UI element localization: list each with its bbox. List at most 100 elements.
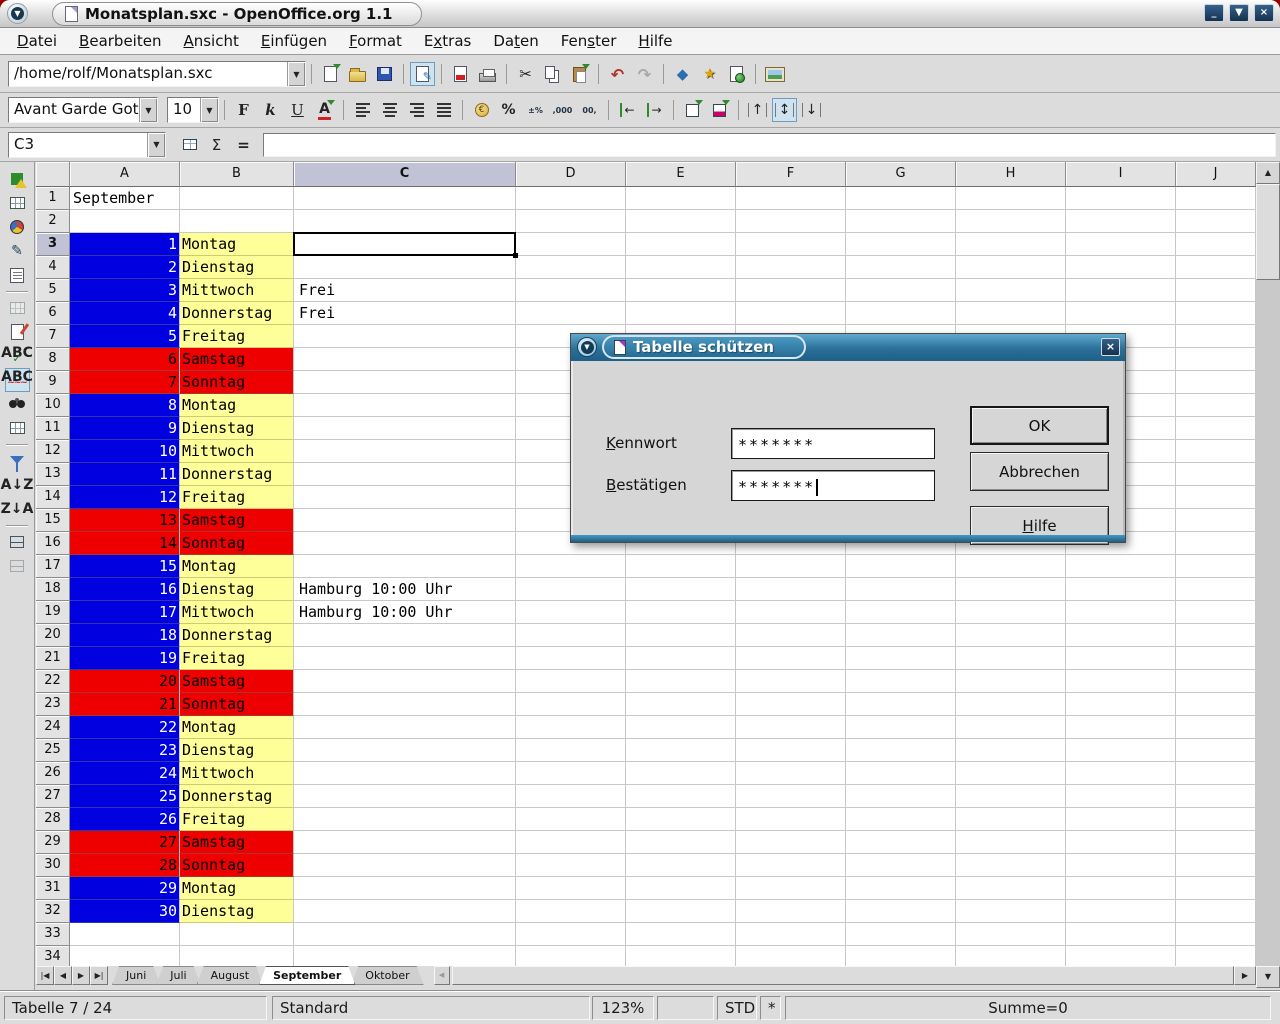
cell-D3[interactable] — [516, 233, 626, 256]
cell-F34[interactable] — [736, 946, 846, 966]
cell-C32[interactable] — [294, 900, 516, 923]
align-right-icon[interactable] — [404, 98, 429, 122]
cell-I23[interactable] — [1066, 693, 1176, 716]
cell-B16[interactable]: Sonntag — [180, 532, 294, 555]
cell-E17[interactable] — [626, 555, 736, 578]
cell-J25[interactable] — [1176, 739, 1256, 762]
cell-G2[interactable] — [846, 210, 956, 233]
cell-D33[interactable] — [516, 923, 626, 946]
cell-E23[interactable] — [626, 693, 736, 716]
cell-C24[interactable] — [294, 716, 516, 739]
cell-G1[interactable] — [846, 187, 956, 210]
cell-A9[interactable]: 7 — [70, 371, 180, 394]
cell-J10[interactable] — [1176, 394, 1256, 417]
cell-C1[interactable] — [294, 187, 516, 210]
cell-I30[interactable] — [1066, 854, 1176, 877]
menu-einfgen[interactable]: Einfügen — [250, 30, 338, 52]
scroll-down-icon[interactable]: ▼ — [1256, 966, 1280, 988]
cell-A1[interactable]: September — [70, 187, 180, 210]
export-pdf-icon[interactable] — [448, 62, 473, 86]
scroll-right-icon[interactable]: ▶ — [1234, 966, 1256, 985]
cell-I21[interactable] — [1066, 647, 1176, 670]
row-header-30[interactable]: 30 — [36, 854, 70, 877]
cell-H28[interactable] — [956, 808, 1066, 831]
cell-J7[interactable] — [1176, 325, 1256, 348]
cell-A32[interactable]: 30 — [70, 900, 180, 923]
cell-C10[interactable] — [294, 394, 516, 417]
cell-F22[interactable] — [736, 670, 846, 693]
cell-A22[interactable]: 20 — [70, 670, 180, 693]
italic-icon[interactable]: k — [258, 98, 283, 122]
align-vcenter-icon[interactable]: ↕ — [772, 98, 797, 122]
cell-I20[interactable] — [1066, 624, 1176, 647]
cell-I17[interactable] — [1066, 555, 1176, 578]
cell-J26[interactable] — [1176, 762, 1256, 785]
column-header-E[interactable]: E — [626, 162, 736, 187]
chevron-down-icon[interactable]: ▼ — [139, 98, 157, 122]
cell-E6[interactable] — [626, 302, 736, 325]
cell-F2[interactable] — [736, 210, 846, 233]
cell-J15[interactable] — [1176, 509, 1256, 532]
column-header-J[interactable]: J — [1176, 162, 1256, 187]
active-cell-C3[interactable] — [294, 233, 516, 256]
row-header-23[interactable]: 23 — [36, 693, 70, 716]
cell-E21[interactable] — [626, 647, 736, 670]
cell-A34[interactable] — [70, 946, 180, 966]
row-header-10[interactable]: 10 — [36, 394, 70, 417]
cell-F5[interactable] — [736, 279, 846, 302]
cell-J1[interactable] — [1176, 187, 1256, 210]
row-header-14[interactable]: 14 — [36, 486, 70, 509]
chevron-down-icon[interactable]: ▼ — [200, 98, 218, 122]
cell-C21[interactable] — [294, 647, 516, 670]
cell-reference-box[interactable]: C3 ▼ — [8, 132, 166, 158]
cell-E31[interactable] — [626, 877, 736, 900]
cell-F26[interactable] — [736, 762, 846, 785]
cell-F31[interactable] — [736, 877, 846, 900]
menu-fenster[interactable]: Fenster — [550, 30, 628, 52]
cell-D25[interactable] — [516, 739, 626, 762]
cell-H31[interactable] — [956, 877, 1066, 900]
cell-J14[interactable] — [1176, 486, 1256, 509]
row-header-9[interactable]: 9 — [36, 371, 70, 394]
cell-C6[interactable]: Frei — [294, 302, 516, 325]
close-button[interactable]: × — [1254, 4, 1274, 22]
menu-format[interactable]: Format — [338, 30, 413, 52]
sheet-tab-oktober[interactable]: Oktober — [351, 966, 423, 985]
cell-C33[interactable] — [294, 923, 516, 946]
cell-D28[interactable] — [516, 808, 626, 831]
cell-B12[interactable]: Mittwoch — [180, 440, 294, 463]
cell-C16[interactable] — [294, 532, 516, 555]
status-insert-mode[interactable] — [657, 996, 714, 1020]
column-header-H[interactable]: H — [956, 162, 1066, 187]
cell-F29[interactable] — [736, 831, 846, 854]
cell-I6[interactable] — [1066, 302, 1176, 325]
cell-E1[interactable] — [626, 187, 736, 210]
ok-button[interactable]: OK — [970, 406, 1109, 445]
delete-decimal-icon[interactable]: 00, — [577, 98, 602, 122]
maximize-button[interactable]: ▼ — [1229, 4, 1249, 22]
spellcheck-icon[interactable]: ABC✓ — [5, 344, 30, 368]
cell-C9[interactable] — [294, 371, 516, 394]
cell-C29[interactable] — [294, 831, 516, 854]
cell-J24[interactable] — [1176, 716, 1256, 739]
cell-A6[interactable]: 4 — [70, 302, 180, 325]
cell-H18[interactable] — [956, 578, 1066, 601]
cell-D6[interactable] — [516, 302, 626, 325]
cell-I25[interactable] — [1066, 739, 1176, 762]
status-sum[interactable]: Summe=0 — [785, 996, 1271, 1020]
copy-icon[interactable] — [540, 62, 565, 86]
cell-A7[interactable]: 5 — [70, 325, 180, 348]
format-paintbrush-icon[interactable] — [5, 320, 30, 344]
align-left-icon[interactable] — [350, 98, 375, 122]
cell-J17[interactable] — [1176, 555, 1256, 578]
cell-C4[interactable] — [294, 256, 516, 279]
cell-J30[interactable] — [1176, 854, 1256, 877]
gallery-icon[interactable] — [762, 62, 787, 86]
cell-D23[interactable] — [516, 693, 626, 716]
cell-H34[interactable] — [956, 946, 1066, 966]
cell-E22[interactable] — [626, 670, 736, 693]
draw-functions-icon[interactable]: ✎ — [5, 239, 30, 263]
cell-B11[interactable]: Dienstag — [180, 417, 294, 440]
cell-E4[interactable] — [626, 256, 736, 279]
cell-D20[interactable] — [516, 624, 626, 647]
